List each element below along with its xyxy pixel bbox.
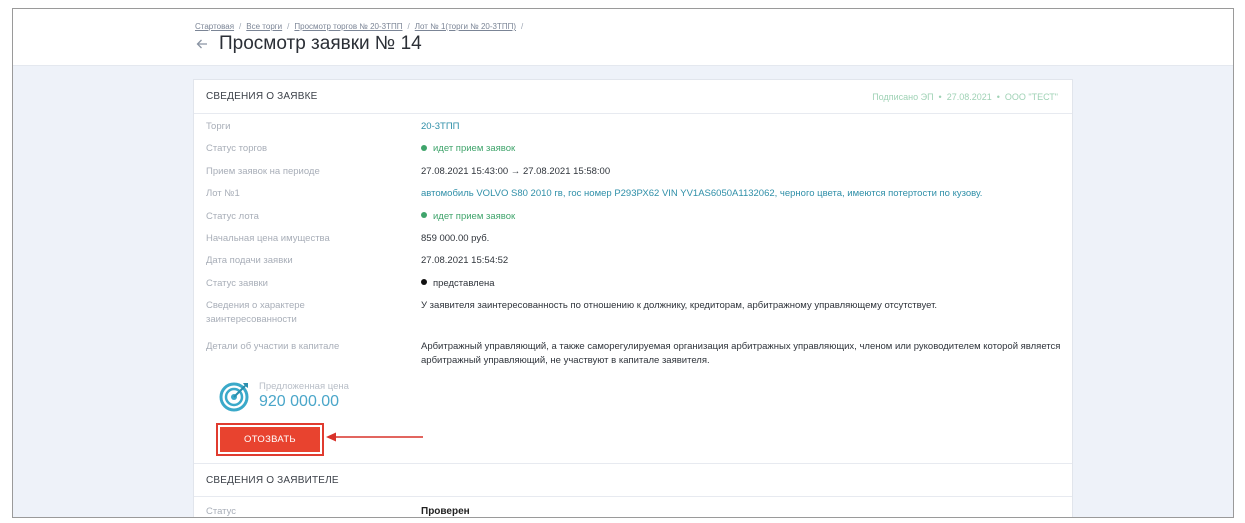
offered-price: Предложенная цена 920 000.00	[218, 379, 349, 413]
breadcrumb-separator: /	[407, 22, 410, 31]
detail-row-auction-status: Статус торгов идет прием заявок	[206, 142, 1066, 161]
detail-label: Сведения о характере заинтересованности	[206, 300, 305, 326]
status-dot-icon	[421, 279, 427, 286]
breadcrumb-separator: /	[239, 22, 242, 31]
target-icon	[219, 382, 249, 412]
detail-row-capital: Детали об участии в капитале Арбитражный…	[206, 340, 1066, 377]
detail-value: 27.08.2021 15:54:52	[421, 255, 509, 267]
price-text: Предложенная цена 920 000.00	[259, 381, 349, 411]
status-badge: представлена	[421, 277, 1066, 291]
arrow-left-icon[interactable]	[193, 35, 211, 53]
detail-row-lot: Лот №1 автомобиль VOLVO S80 2010 гв, гос…	[206, 187, 1066, 206]
price-label: Предложенная цена	[259, 381, 349, 392]
detail-value: У заявителя заинтересованность по отноше…	[421, 300, 938, 312]
detail-row-period: Прием заявок на периоде 27.08.2021 15:43…	[206, 165, 1066, 184]
detail-label: Лот №1	[206, 188, 240, 200]
signature-date: 27.08.2021	[946, 91, 992, 102]
application-card: СВЕДЕНИЯ О ЗАЯВКЕ Подписано ЭП • 27.08.202…	[193, 79, 1073, 517]
breadcrumb-lot[interactable]: Лот № 1(торги № 20-3ТПП)	[415, 22, 516, 31]
status-badge: идет прием заявок	[421, 142, 1066, 156]
detail-label: Статус заявки	[206, 277, 268, 289]
detail-label: Статус лота	[206, 210, 259, 222]
detail-value: Проверен	[421, 506, 470, 517]
status-text: представлена	[433, 277, 495, 289]
application-details: Торги 20-3ТПП Статус торгов идет прием з…	[206, 120, 1066, 380]
breadcrumb: Стартовая / Все торги / Просмотр торгов № 20…	[195, 22, 528, 31]
status-dot-icon	[421, 212, 427, 219]
title-row: Просмотр заявки № 14	[193, 33, 422, 55]
section-title: СВЕДЕНИЯ О ЗАЯВКЕ	[206, 91, 318, 102]
breadcrumb-home[interactable]: Стартовая	[195, 22, 234, 31]
signature-status: Подписано ЭП	[872, 91, 934, 102]
breadcrumb-separator: /	[287, 22, 290, 31]
detail-label: Дата подачи заявки	[206, 255, 293, 267]
page-title: Просмотр заявки № 14	[219, 33, 422, 54]
breadcrumb-all-auctions[interactable]: Все торги	[246, 22, 282, 31]
detail-label: Торги	[206, 121, 231, 132]
lot-link[interactable]: автомобиль VOLVO S80 2010 гв, гос номер …	[421, 187, 1066, 201]
withdraw-button[interactable]: ОТОЗВАТЬ	[220, 427, 320, 452]
section-title: СВЕДЕНИЯ О ЗАЯВИТЕЛЕ	[206, 474, 339, 486]
detail-row-submit-date: Дата подачи заявки 27.08.2021 15:54:52	[206, 254, 1066, 273]
detail-value: 859 000.00 руб.	[421, 232, 490, 244]
detail-row-interest: Сведения о характере заинтересованности …	[206, 299, 1066, 336]
detail-value: 27.08.2021 15:43:00 → 27.08.2021 15:58:0…	[421, 165, 611, 177]
signature-org: ООО "ТЕСТ"	[1004, 91, 1058, 102]
detail-label: Детали об участии в капитале	[206, 340, 340, 352]
applicant-section: СВЕДЕНИЯ О ЗАЯВИТЕЛЕ Статус Проверен	[194, 463, 1072, 517]
status-dot-icon	[421, 144, 427, 151]
signature-info: Подписано ЭП • 27.08.2021 • ООО "ТЕСТ"	[872, 91, 1058, 102]
applicant-section-header: СВЕДЕНИЯ О ЗАЯВИТЕЛЕ	[194, 463, 1072, 497]
page-header: Стартовая / Все торги / Просмотр торгов № 20…	[13, 9, 1233, 66]
detail-label: Начальная цена имущества	[206, 232, 330, 244]
detail-row-application-status: Статус заявки представлена	[206, 277, 1066, 296]
price-value: 920 000.00	[259, 393, 340, 410]
detail-row-start-price: Начальная цена имущества 859 000.00 руб.	[206, 232, 1066, 251]
status-text: идет прием заявок	[433, 143, 516, 155]
detail-label: Статус	[206, 506, 237, 517]
detail-label: Статус торгов	[206, 143, 268, 155]
app-window: Стартовая / Все торги / Просмотр торгов № 20…	[12, 8, 1234, 518]
breadcrumb-auction-view[interactable]: Просмотр торгов № 20-3ТПП	[294, 22, 402, 31]
applicant-row-status: Статус Проверен	[194, 497, 1072, 517]
detail-label: Прием заявок на периоде	[206, 165, 320, 177]
status-text: идет прием заявок	[433, 210, 516, 222]
auction-link[interactable]: 20-3ТПП	[421, 120, 1066, 134]
application-section-header: СВЕДЕНИЯ О ЗАЯВКЕ Подписано ЭП • 27.08.202…	[194, 80, 1072, 114]
detail-row-lot-status: Статус лота идет прием заявок	[206, 210, 1066, 229]
status-badge: идет прием заявок	[421, 210, 1066, 224]
breadcrumb-separator: /	[521, 22, 524, 31]
red-arrow-annotation	[326, 432, 423, 442]
detail-row-auction: Торги 20-3ТПП	[206, 120, 1066, 139]
detail-value: Арбитражный управляющий, а также саморег…	[421, 340, 1061, 366]
withdraw-highlight: ОТОЗВАТЬ	[216, 423, 324, 456]
